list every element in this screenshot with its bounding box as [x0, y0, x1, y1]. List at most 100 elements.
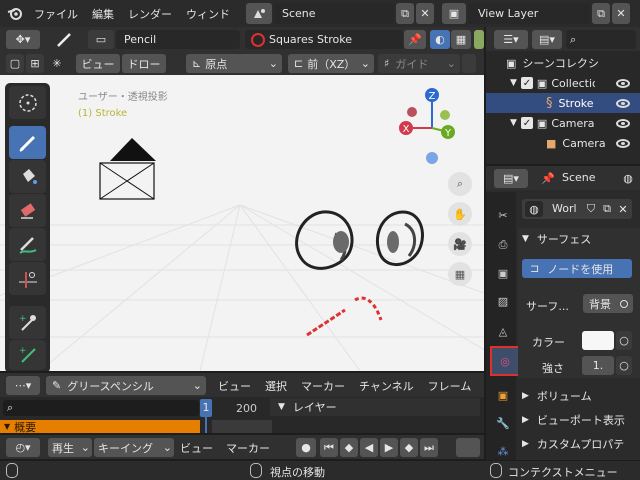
visibility-eye-icon[interactable]: [616, 138, 630, 148]
menu-render[interactable]: レンダー: [128, 8, 172, 21]
use-nodes-button[interactable]: ⊐ ノードを使用: [522, 259, 632, 278]
volume-panel-header[interactable]: ▶ ボリューム: [522, 387, 638, 405]
scene-selector[interactable]: Scene: [274, 3, 394, 24]
custom-props-panel-header[interactable]: ▶ カスタムプロパテ: [522, 435, 638, 453]
scene-tab-icon[interactable]: ◬: [490, 318, 516, 344]
eyedropper-tool-icon[interactable]: +: [9, 306, 46, 339]
delete-view-layer-icon[interactable]: ✕: [612, 3, 630, 24]
visibility-eye-icon[interactable]: [616, 118, 630, 128]
delete-scene-icon[interactable]: ✕: [416, 3, 434, 24]
jump-start-icon[interactable]: ⏮: [320, 438, 338, 457]
world-tab-icon[interactable]: ◎: [490, 346, 520, 376]
color-swatch[interactable]: [582, 331, 614, 350]
scroll-tab[interactable]: [474, 30, 484, 49]
dopesheet-menu-channel[interactable]: チャンネル: [359, 380, 414, 393]
draw-tool-icon[interactable]: [9, 126, 46, 159]
output-tab-icon[interactable]: ▣: [490, 260, 516, 286]
tool-tab-icon[interactable]: ✂: [490, 202, 516, 228]
menu-file[interactable]: ファイル: [34, 8, 78, 21]
blender-logo-icon[interactable]: [6, 5, 24, 23]
material-selector[interactable]: Squares Stroke: [245, 30, 403, 49]
camera-view-icon[interactable]: 🎥: [448, 232, 472, 256]
grid-view-icon[interactable]: ▦: [448, 262, 472, 286]
erase-tool-icon[interactable]: [9, 194, 46, 227]
menu-window[interactable]: ウィンド: [186, 8, 230, 21]
jump-end-icon[interactable]: ⏭: [420, 438, 438, 457]
mode-toggle-1[interactable]: ▢: [6, 54, 24, 73]
pan-hand-icon[interactable]: ✋: [448, 202, 472, 226]
strength-input[interactable]: 1.: [582, 356, 614, 375]
outliner-display-mode-button[interactable]: ▤▾: [532, 30, 562, 49]
dopesheet-mode-selector[interactable]: ✎ グリースペンシル ⌄: [46, 376, 206, 395]
expand-arrow-icon[interactable]: ▼: [510, 78, 517, 88]
strength-socket-icon[interactable]: ○: [616, 356, 632, 375]
menu-draw[interactable]: ドロー: [122, 54, 166, 73]
editor-type-button[interactable]: ✥▾: [6, 30, 40, 49]
exclude-checkbox[interactable]: ✓: [520, 117, 533, 129]
new-scene-icon[interactable]: ⧉: [396, 3, 414, 24]
dopesheet-menu-view[interactable]: ビュー: [218, 380, 251, 393]
outliner-row-scene-collection[interactable]: ▣ シーンコレクシ: [486, 53, 640, 73]
view-layer-tab-icon[interactable]: ▨: [490, 288, 516, 314]
material-list-button[interactable]: ▦: [451, 30, 471, 49]
origin-selector[interactable]: ⊾ 原点 ⌄: [186, 54, 282, 73]
outliner-row-camera-collection[interactable]: ▼ ✓ ▣ Camera: [486, 113, 640, 133]
outliner-editor-type-button[interactable]: ☰▾: [494, 30, 528, 49]
viewport-display-panel-header[interactable]: ▶ ビューポート表示: [522, 411, 638, 429]
modifier-tab-icon[interactable]: 🔧: [490, 410, 516, 436]
line-tool-icon[interactable]: +: [9, 340, 46, 370]
record-icon[interactable]: ●: [296, 438, 316, 457]
cutter-tool-icon[interactable]: [9, 262, 46, 295]
brush-data-icon[interactable]: ▭: [88, 30, 114, 49]
playback-menu[interactable]: 再生 ⌄: [48, 438, 92, 457]
timeline-editor-type-button[interactable]: ◴▾: [6, 438, 40, 457]
timeline-menu-view[interactable]: ビュー: [180, 440, 213, 456]
exclude-checkbox[interactable]: ✓: [520, 77, 533, 89]
pin-icon[interactable]: 📌: [540, 169, 556, 188]
outliner-search-input[interactable]: ⌕: [566, 30, 636, 49]
brush-selector[interactable]: Pencil: [116, 30, 240, 49]
mode-toggle-2[interactable]: ⊞: [26, 54, 44, 73]
surface-shader-selector[interactable]: 背景: [583, 294, 633, 313]
scene-type-button[interactable]: [246, 3, 272, 24]
plane-selector[interactable]: ⊏ 前（XZ） ⌄: [288, 54, 374, 73]
pin-icon[interactable]: 📌: [404, 30, 426, 49]
pencil-brush-icon[interactable]: [52, 30, 76, 49]
visibility-eye-icon[interactable]: [616, 98, 630, 108]
fake-user-shield-icon[interactable]: ⛉: [584, 201, 598, 217]
tint-tool-icon[interactable]: [9, 228, 46, 261]
view-layer-selector[interactable]: View Layer: [468, 3, 590, 24]
outliner-row-camera-object[interactable]: ■ Camera: [486, 133, 640, 153]
properties-editor-type-button[interactable]: ▤▾: [494, 169, 528, 188]
timeline-extra-button[interactable]: [456, 438, 480, 457]
play-icon[interactable]: ▶: [380, 438, 398, 457]
select-tool-icon[interactable]: [9, 86, 46, 119]
multiframe-icon[interactable]: ✳: [48, 54, 66, 73]
close-icon[interactable]: ✕: [616, 201, 630, 217]
current-frame-indicator[interactable]: 1: [200, 399, 212, 417]
render-tab-icon[interactable]: ⎙: [490, 232, 516, 258]
outliner-row-collection[interactable]: ▼ ✓ ▣ Collectio: [486, 73, 640, 93]
viewport-3d[interactable]: ユーザー・透視投影 (1) Stroke Z X Y ⌕ ✋ 🎥 ▦: [0, 75, 484, 371]
guide-selector[interactable]: ♯ ガイド ⌄: [378, 54, 460, 73]
layer-panel-header[interactable]: ▼ レイヤー: [270, 398, 480, 416]
menu-view[interactable]: ビュー: [76, 54, 120, 73]
color-socket-icon[interactable]: ○: [616, 331, 632, 350]
surface-panel-header[interactable]: ▼ サーフェス: [522, 230, 638, 248]
menu-edit[interactable]: 編集: [92, 8, 114, 21]
keying-menu[interactable]: キーイング ⌄: [94, 438, 174, 457]
new-view-layer-icon[interactable]: ⧉: [592, 3, 610, 24]
next-keyframe-icon[interactable]: ◆: [400, 438, 418, 457]
dopesheet-menu-frame[interactable]: フレーム: [428, 380, 472, 393]
prev-keyframe-icon[interactable]: ◆: [340, 438, 358, 457]
zoom-icon[interactable]: ⌕: [448, 172, 472, 196]
expand-arrow-icon[interactable]: ▼: [510, 118, 517, 128]
object-tab-icon[interactable]: ▣: [490, 382, 516, 408]
dopesheet-menu-marker[interactable]: マーカー: [301, 380, 345, 393]
navigation-gizmo[interactable]: Z X Y: [392, 85, 456, 167]
outliner-row-stroke[interactable]: § Stroke: [486, 93, 640, 113]
dopesheet-editor-type-button[interactable]: ⋯▾: [6, 376, 40, 395]
fill-tool-icon[interactable]: [9, 160, 46, 193]
summary-row[interactable]: ▼ 概要: [0, 420, 200, 433]
dopesheet-menu-select[interactable]: 選択: [265, 380, 287, 393]
